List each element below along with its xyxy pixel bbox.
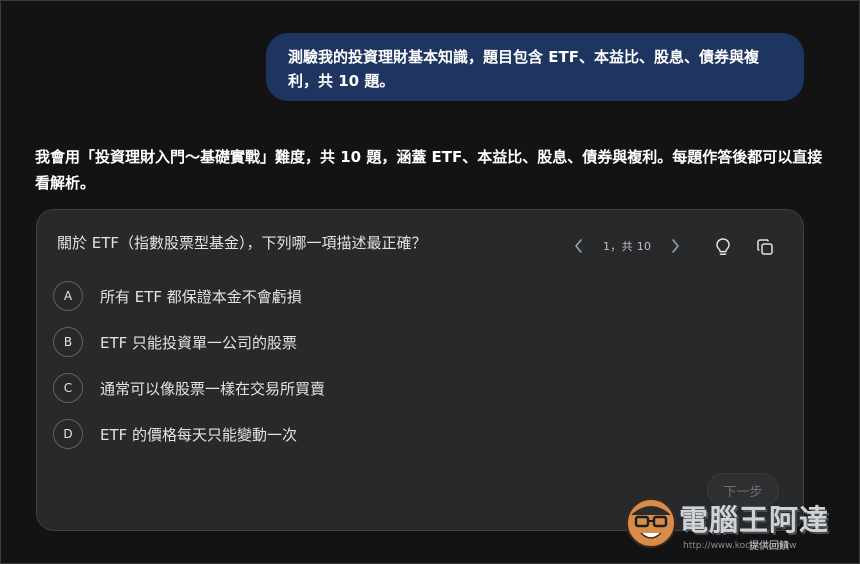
option-text: ETF 的價格每天只能變動一次 xyxy=(100,425,298,444)
quiz-option-a[interactable]: A 所有 ETF 都保證本金不會虧損 xyxy=(53,280,325,312)
chat-window: 測驗我的投資理財基本知識，題目包含 ETF、本益比、股息、債券與複利，共 10 … xyxy=(0,0,860,564)
user-message-bubble: 測驗我的投資理財基本知識，題目包含 ETF、本益比、股息、債券與複利，共 10 … xyxy=(266,33,804,101)
watermark-title: 電腦王阿達 xyxy=(679,503,830,537)
page-indicator: 1，共 10 xyxy=(603,240,652,253)
option-letter: B xyxy=(53,327,83,357)
user-message-text: 測驗我的投資理財基本知識，題目包含 ETF、本益比、股息、債券與複利，共 10 … xyxy=(288,48,759,90)
option-letter: C xyxy=(53,373,83,403)
chevron-right-icon[interactable] xyxy=(663,234,687,258)
intro-topics: ETF、本益比、股息、債券與複利 xyxy=(431,148,658,166)
quiz-option-d[interactable]: D ETF 的價格每天只能變動一次 xyxy=(53,418,325,450)
option-letter: D xyxy=(53,419,83,449)
quiz-card: 關於 ETF（指數股票型基金），下列哪一項描述最正確？ 1，共 10 A 所有 … xyxy=(36,209,804,531)
option-text: 所有 ETF 都保證本金不會虧損 xyxy=(100,287,302,306)
copy-icon[interactable] xyxy=(752,234,778,260)
option-text: ETF 只能投資單一公司的股票 xyxy=(100,333,298,352)
quiz-pager: 1，共 10 xyxy=(567,234,687,258)
chevron-left-icon[interactable] xyxy=(567,234,591,258)
quiz-options: A 所有 ETF 都保證本金不會虧損 B ETF 只能投資單一公司的股票 C 通… xyxy=(53,280,325,464)
quiz-question: 關於 ETF（指數股票型基金），下列哪一項描述最正確？ xyxy=(57,234,427,252)
mascot-icon xyxy=(626,498,676,548)
option-text: 通常可以像股票一樣在交易所買賣 xyxy=(100,379,326,398)
quiz-option-b[interactable]: B ETF 只能投資單一公司的股票 xyxy=(53,326,325,358)
option-letter: A xyxy=(53,281,83,311)
lightbulb-icon[interactable] xyxy=(710,234,736,260)
watermark-subtitle: 提供回饋 xyxy=(749,541,789,552)
quiz-option-c[interactable]: C 通常可以像股票一樣在交易所買賣 xyxy=(53,372,325,404)
intro-text-before: 我會用「投資理財入門～基礎實戰」難度，共 10 題，涵蓋 xyxy=(35,148,432,166)
assistant-intro: 我會用「投資理財入門～基礎實戰」難度，共 10 題，涵蓋 ETF、本益比、股息、… xyxy=(35,144,825,196)
watermark-logo: 電腦王阿達 http://www.kocpc.com.tw 提供回饋 xyxy=(623,485,853,557)
